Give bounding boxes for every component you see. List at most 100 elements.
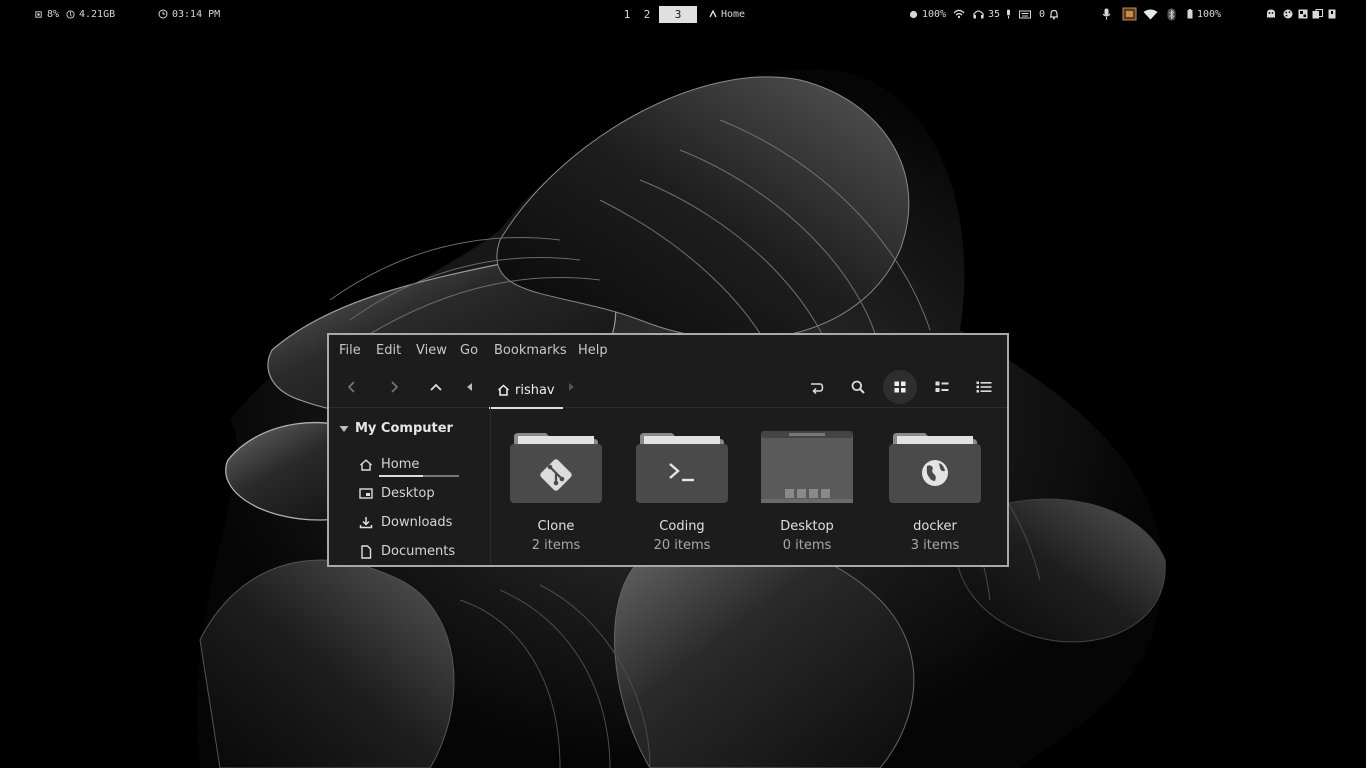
sidebar-section-label: My Computer [355,421,453,436]
caret-up-icon [709,10,717,18]
back-button[interactable] [335,370,369,404]
sidebar-item-home[interactable]: Home [359,457,419,472]
toggle-location-button[interactable] [799,370,833,404]
cpu-usage: 8% [47,8,60,20]
active-window-title: Home [709,0,745,28]
clock-widget[interactable]: 03:14 PM [158,0,220,28]
notifications-widget[interactable]: 0 [1039,0,1059,28]
chip-icon [1122,7,1137,21]
folder-item-desktop[interactable]: Desktop 0 items [752,431,862,553]
microphone-icon [1102,8,1111,20]
menu-help[interactable]: Help [578,343,608,358]
ghost-widget[interactable] [1266,0,1276,28]
home-icon [497,384,510,396]
folder-name: docker [913,519,957,534]
workspace-3[interactable]: 3 [659,6,697,23]
sidebar-item-desktop[interactable]: Desktop [359,486,435,501]
folder-name: Clone [537,519,575,534]
sidebar-section-my-computer[interactable]: My Computer [339,421,453,436]
brightness-widget[interactable]: 100% [909,0,946,28]
microphone-widget[interactable] [1102,0,1111,28]
chevron-up-icon [430,383,442,391]
chevron-right-icon [391,381,399,393]
workspace-2[interactable]: 2 [639,6,655,23]
file-grid: Clone 2 items Coding 20 items Desktop 0 … [491,407,1007,565]
memory-usage: 4.21GB [79,8,116,20]
battery-widget[interactable]: 100% [1187,0,1221,28]
folder-item-count: 0 items [782,538,832,553]
sidebar-item-downloads[interactable]: Downloads [359,515,452,530]
home-usage-fill [379,475,423,477]
search-button[interactable] [841,370,875,404]
battery-level: 100% [1197,8,1222,20]
mic-widget[interactable] [1005,0,1012,28]
breadcrumb-home[interactable]: rishav [489,373,563,409]
menu-bookmarks[interactable]: Bookmarks [494,343,567,358]
sidebar: My Computer Home Desktop Downloads Docum… [329,407,491,565]
chip-widget[interactable] [1122,0,1137,28]
menu-view[interactable]: View [416,343,447,358]
folder-item-count: 20 items [653,538,711,553]
menu-edit[interactable]: Edit [376,343,401,358]
headphone-volume: 35 [988,8,1001,20]
ghost-icon [1267,9,1275,18]
document-icon [361,544,372,559]
menu-go[interactable]: Go [460,343,478,358]
caret-right-icon [568,383,574,391]
layout-widget[interactable] [1298,0,1308,28]
list-view-icon [935,381,949,392]
menu-file[interactable]: File [339,343,361,358]
menu-bar: File Edit View Go Bookmarks Help [329,335,1007,367]
cpu-icon [35,10,42,18]
compact-view-button[interactable] [967,370,1001,404]
workspace-1[interactable]: 1 [619,6,635,23]
headphones-widget[interactable]: 35 [973,0,1000,28]
up-button[interactable] [419,370,453,404]
clipboard-widget[interactable] [1312,0,1323,28]
triangle-down-icon [339,425,349,432]
terminal-folder-icon [636,433,728,503]
wifi-signal-icon [1143,9,1158,19]
wifi-signal-widget[interactable] [1143,0,1158,28]
sidebar-item-label: Desktop [381,486,435,501]
bell-icon [1050,9,1059,19]
top-status-bar: 8% 4.21GB 03:14 PM 1 2 3 Home 100% 35 0 [0,0,1366,28]
download-icon [359,517,373,529]
brightness-icon [909,10,918,18]
palette-widget[interactable] [1283,0,1293,28]
palette-icon [1283,9,1293,19]
bluetooth-icon [1167,8,1176,20]
wifi-icon [953,9,965,19]
sidebar-item-label: Home [381,457,420,472]
clock-time: 03:14 PM [172,8,221,20]
breadcrumb-scroll-right[interactable] [561,370,581,404]
window-title: Home [721,8,746,20]
folder-name: Desktop [780,519,834,534]
memory-icon [66,9,75,19]
folder-item-count: 2 items [531,538,581,553]
memory-widget[interactable]: 4.21GB [66,0,115,28]
icon-view-button[interactable] [883,370,917,404]
folder-item-coding[interactable]: Coding 20 items [627,431,737,553]
file-manager-window: File Edit View Go Bookmarks Help rishav … [327,333,1009,567]
compact-view-icon [976,381,992,393]
folder-item-docker[interactable]: docker 3 items [880,431,990,553]
sidebar-item-documents[interactable]: Documents [359,544,455,559]
desktop-icon [359,487,373,499]
sidebar-item-label: Downloads [381,515,453,530]
power-widget[interactable] [1328,0,1336,28]
bluetooth-widget[interactable] [1167,0,1176,28]
cpu-widget[interactable]: 8% [34,0,59,28]
caret-left-icon [466,383,472,391]
keyboard-widget[interactable] [1019,0,1031,28]
list-view-button[interactable] [925,370,959,404]
folder-item-clone[interactable]: Clone 2 items [501,431,611,553]
wifi-widget[interactable] [953,0,965,28]
forward-button[interactable] [377,370,411,404]
breadcrumb-label: rishav [515,382,555,398]
breadcrumb-scroll-left[interactable] [459,370,479,404]
chevron-left-icon [347,381,355,393]
brightness-level: 100% [922,8,947,20]
toolbar [329,367,1007,408]
power-icon [1328,9,1336,19]
